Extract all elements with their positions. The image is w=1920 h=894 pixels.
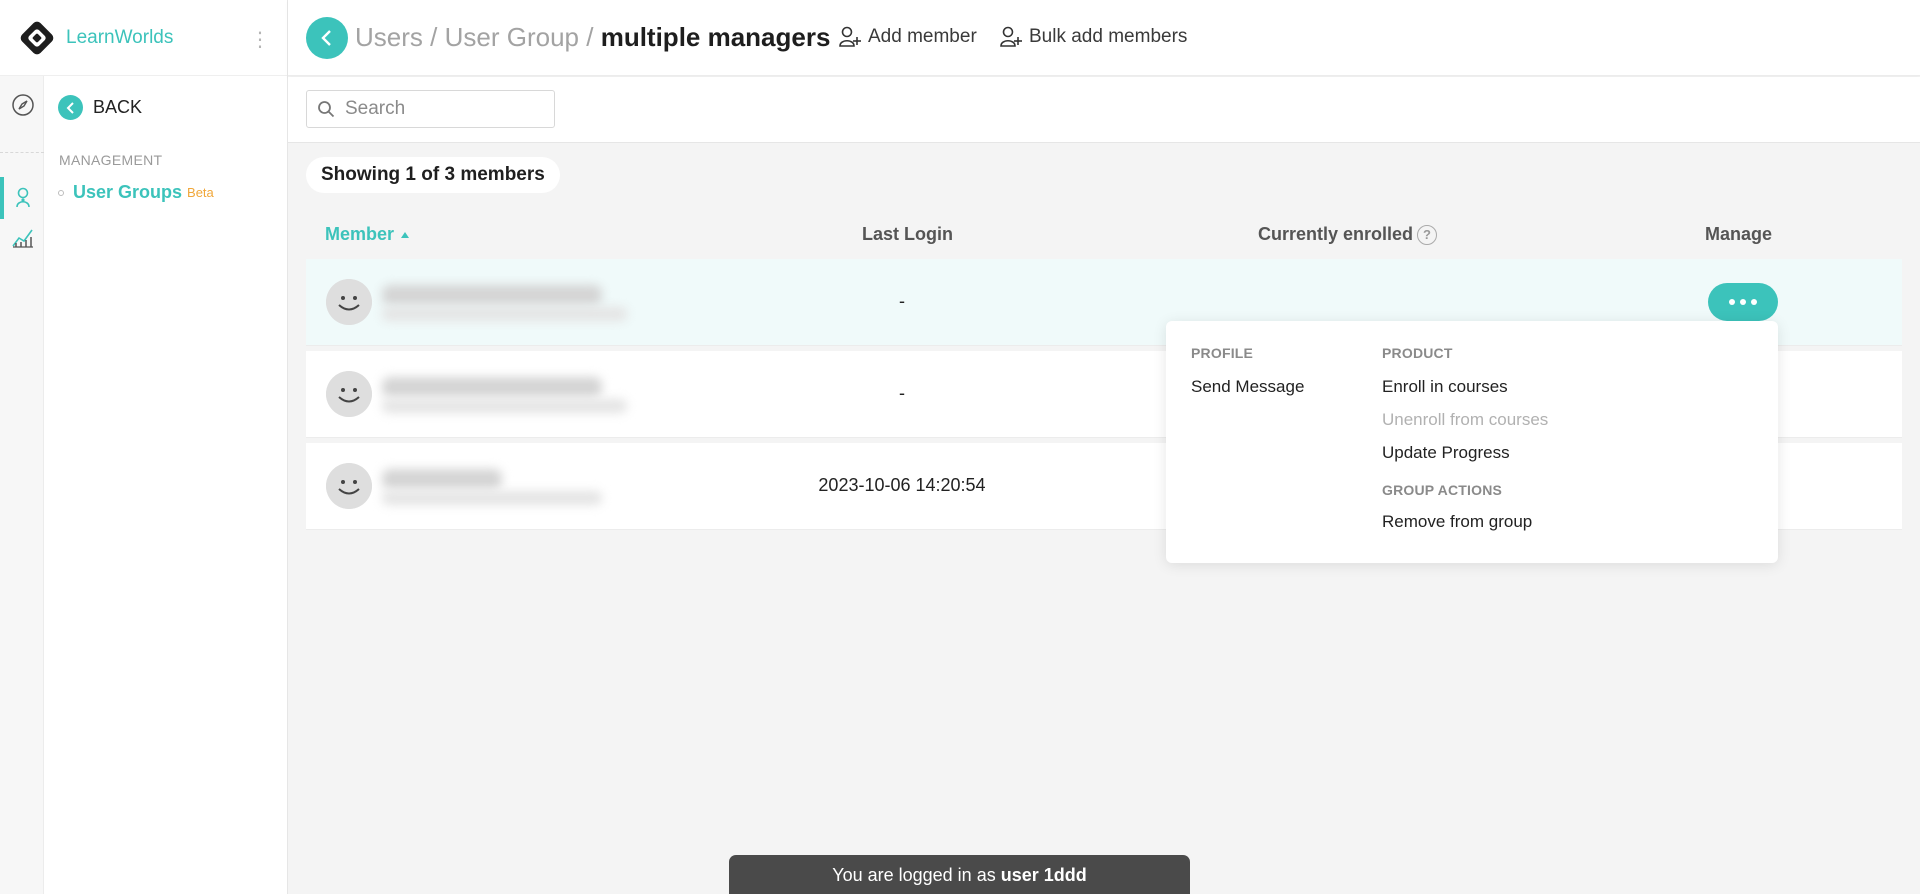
icon-rail xyxy=(0,76,44,894)
menu-item-send-message[interactable]: Send Message xyxy=(1191,377,1304,397)
search-bar xyxy=(288,77,1920,143)
smiley-avatar-icon xyxy=(326,279,372,325)
beta-badge: Beta xyxy=(187,185,214,200)
search-box[interactable] xyxy=(306,90,555,128)
column-header-currently-enrolled[interactable]: Currently enrolled ? xyxy=(1258,224,1438,245)
brand-name: LearnWorlds xyxy=(66,26,174,48)
page-header: Users / User Group / multiple managers A… xyxy=(288,0,1920,76)
sidebar-item-label: User Groups xyxy=(73,182,183,202)
add-member-button[interactable]: Add member xyxy=(838,25,977,49)
bulk-add-members-button[interactable]: Bulk add members xyxy=(999,25,1187,49)
rail-divider xyxy=(0,152,44,153)
add-user-icon xyxy=(839,26,861,47)
profile-heading: PROFILE xyxy=(1191,345,1254,361)
manage-button[interactable] xyxy=(1708,283,1778,321)
menu-item-unenroll-from-courses: Unenroll from courses xyxy=(1382,410,1549,429)
column-label: Member xyxy=(325,224,395,244)
member-name-redacted[interactable] xyxy=(382,373,637,417)
smiley-avatar-icon xyxy=(326,463,372,509)
menu-item-remove-from-group[interactable]: Remove from group xyxy=(1382,512,1532,532)
search-icon xyxy=(318,101,335,118)
help-icon[interactable]: ? xyxy=(1417,224,1438,245)
last-login-value: 2023-10-06 14:20:54 xyxy=(818,475,986,495)
back-label: BACK xyxy=(93,97,143,117)
page-title: multiple managers xyxy=(600,22,831,52)
breadcrumb-user-group[interactable]: User Group xyxy=(445,22,579,52)
member-name-redacted[interactable] xyxy=(382,281,637,325)
last-login-value: - xyxy=(899,291,905,311)
bullet-icon xyxy=(58,189,64,196)
logged-in-prefix: You are logged in as xyxy=(832,865,996,885)
member-name-redacted[interactable] xyxy=(382,465,637,509)
learnworlds-logo-icon xyxy=(20,21,54,54)
sidebar-item-user-groups[interactable]: User Groups Beta xyxy=(58,182,214,203)
smiley-avatar-icon xyxy=(326,371,372,417)
add-member-label: Add member xyxy=(868,26,977,47)
chevron-left-icon xyxy=(321,30,331,46)
menu-item-enroll-in-courses[interactable]: Enroll in courses xyxy=(1382,377,1508,397)
add-users-icon xyxy=(1000,26,1022,47)
table-header: Member Last Login Currently enrolled ? M… xyxy=(306,222,1902,252)
user-groups-icon[interactable] xyxy=(10,185,36,211)
column-header-last-login[interactable]: Last Login xyxy=(862,224,953,245)
column-header-manage: Manage xyxy=(1705,224,1773,244)
group-actions-heading: GROUP ACTIONS xyxy=(1382,482,1503,498)
menu-item-update-progress[interactable]: Update Progress xyxy=(1382,443,1510,463)
sidebar-back-button[interactable]: BACK xyxy=(58,95,142,120)
sidebar: LearnWorlds ⋮ BACK MANAGEMENT User Group… xyxy=(0,0,288,894)
chevron-left-icon xyxy=(58,95,83,120)
manage-menu: PROFILE Send Message PRODUCT Enroll in c… xyxy=(1166,321,1778,563)
breadcrumb-users[interactable]: Users xyxy=(355,22,423,52)
breadcrumb-separator: / xyxy=(586,22,594,52)
bulk-add-members-label: Bulk add members xyxy=(1029,26,1188,47)
brand[interactable]: LearnWorlds xyxy=(0,0,287,76)
breadcrumb-separator: / xyxy=(430,22,438,52)
rail-active-indicator xyxy=(0,177,4,219)
product-heading: PRODUCT xyxy=(1382,345,1453,361)
members-count: Showing 1 of 3 members xyxy=(306,157,560,193)
breadcrumb: Users / User Group / multiple managers xyxy=(355,22,830,53)
column-label: Currently enrolled xyxy=(1258,224,1414,244)
logged-in-user: user 1ddd xyxy=(1000,865,1087,885)
management-section-label: MANAGEMENT xyxy=(59,152,163,168)
last-login-value: - xyxy=(899,383,905,403)
search-input[interactable] xyxy=(345,98,545,120)
header-back-button[interactable] xyxy=(306,17,348,59)
vertical-dots-icon[interactable]: ⋮ xyxy=(250,28,270,52)
compass-icon[interactable] xyxy=(10,92,36,118)
analytics-icon[interactable] xyxy=(10,224,36,250)
sort-ascending-icon xyxy=(401,231,410,238)
column-header-member[interactable]: Member xyxy=(325,224,411,245)
logged-in-banner: You are logged in as user 1ddd xyxy=(729,855,1190,894)
